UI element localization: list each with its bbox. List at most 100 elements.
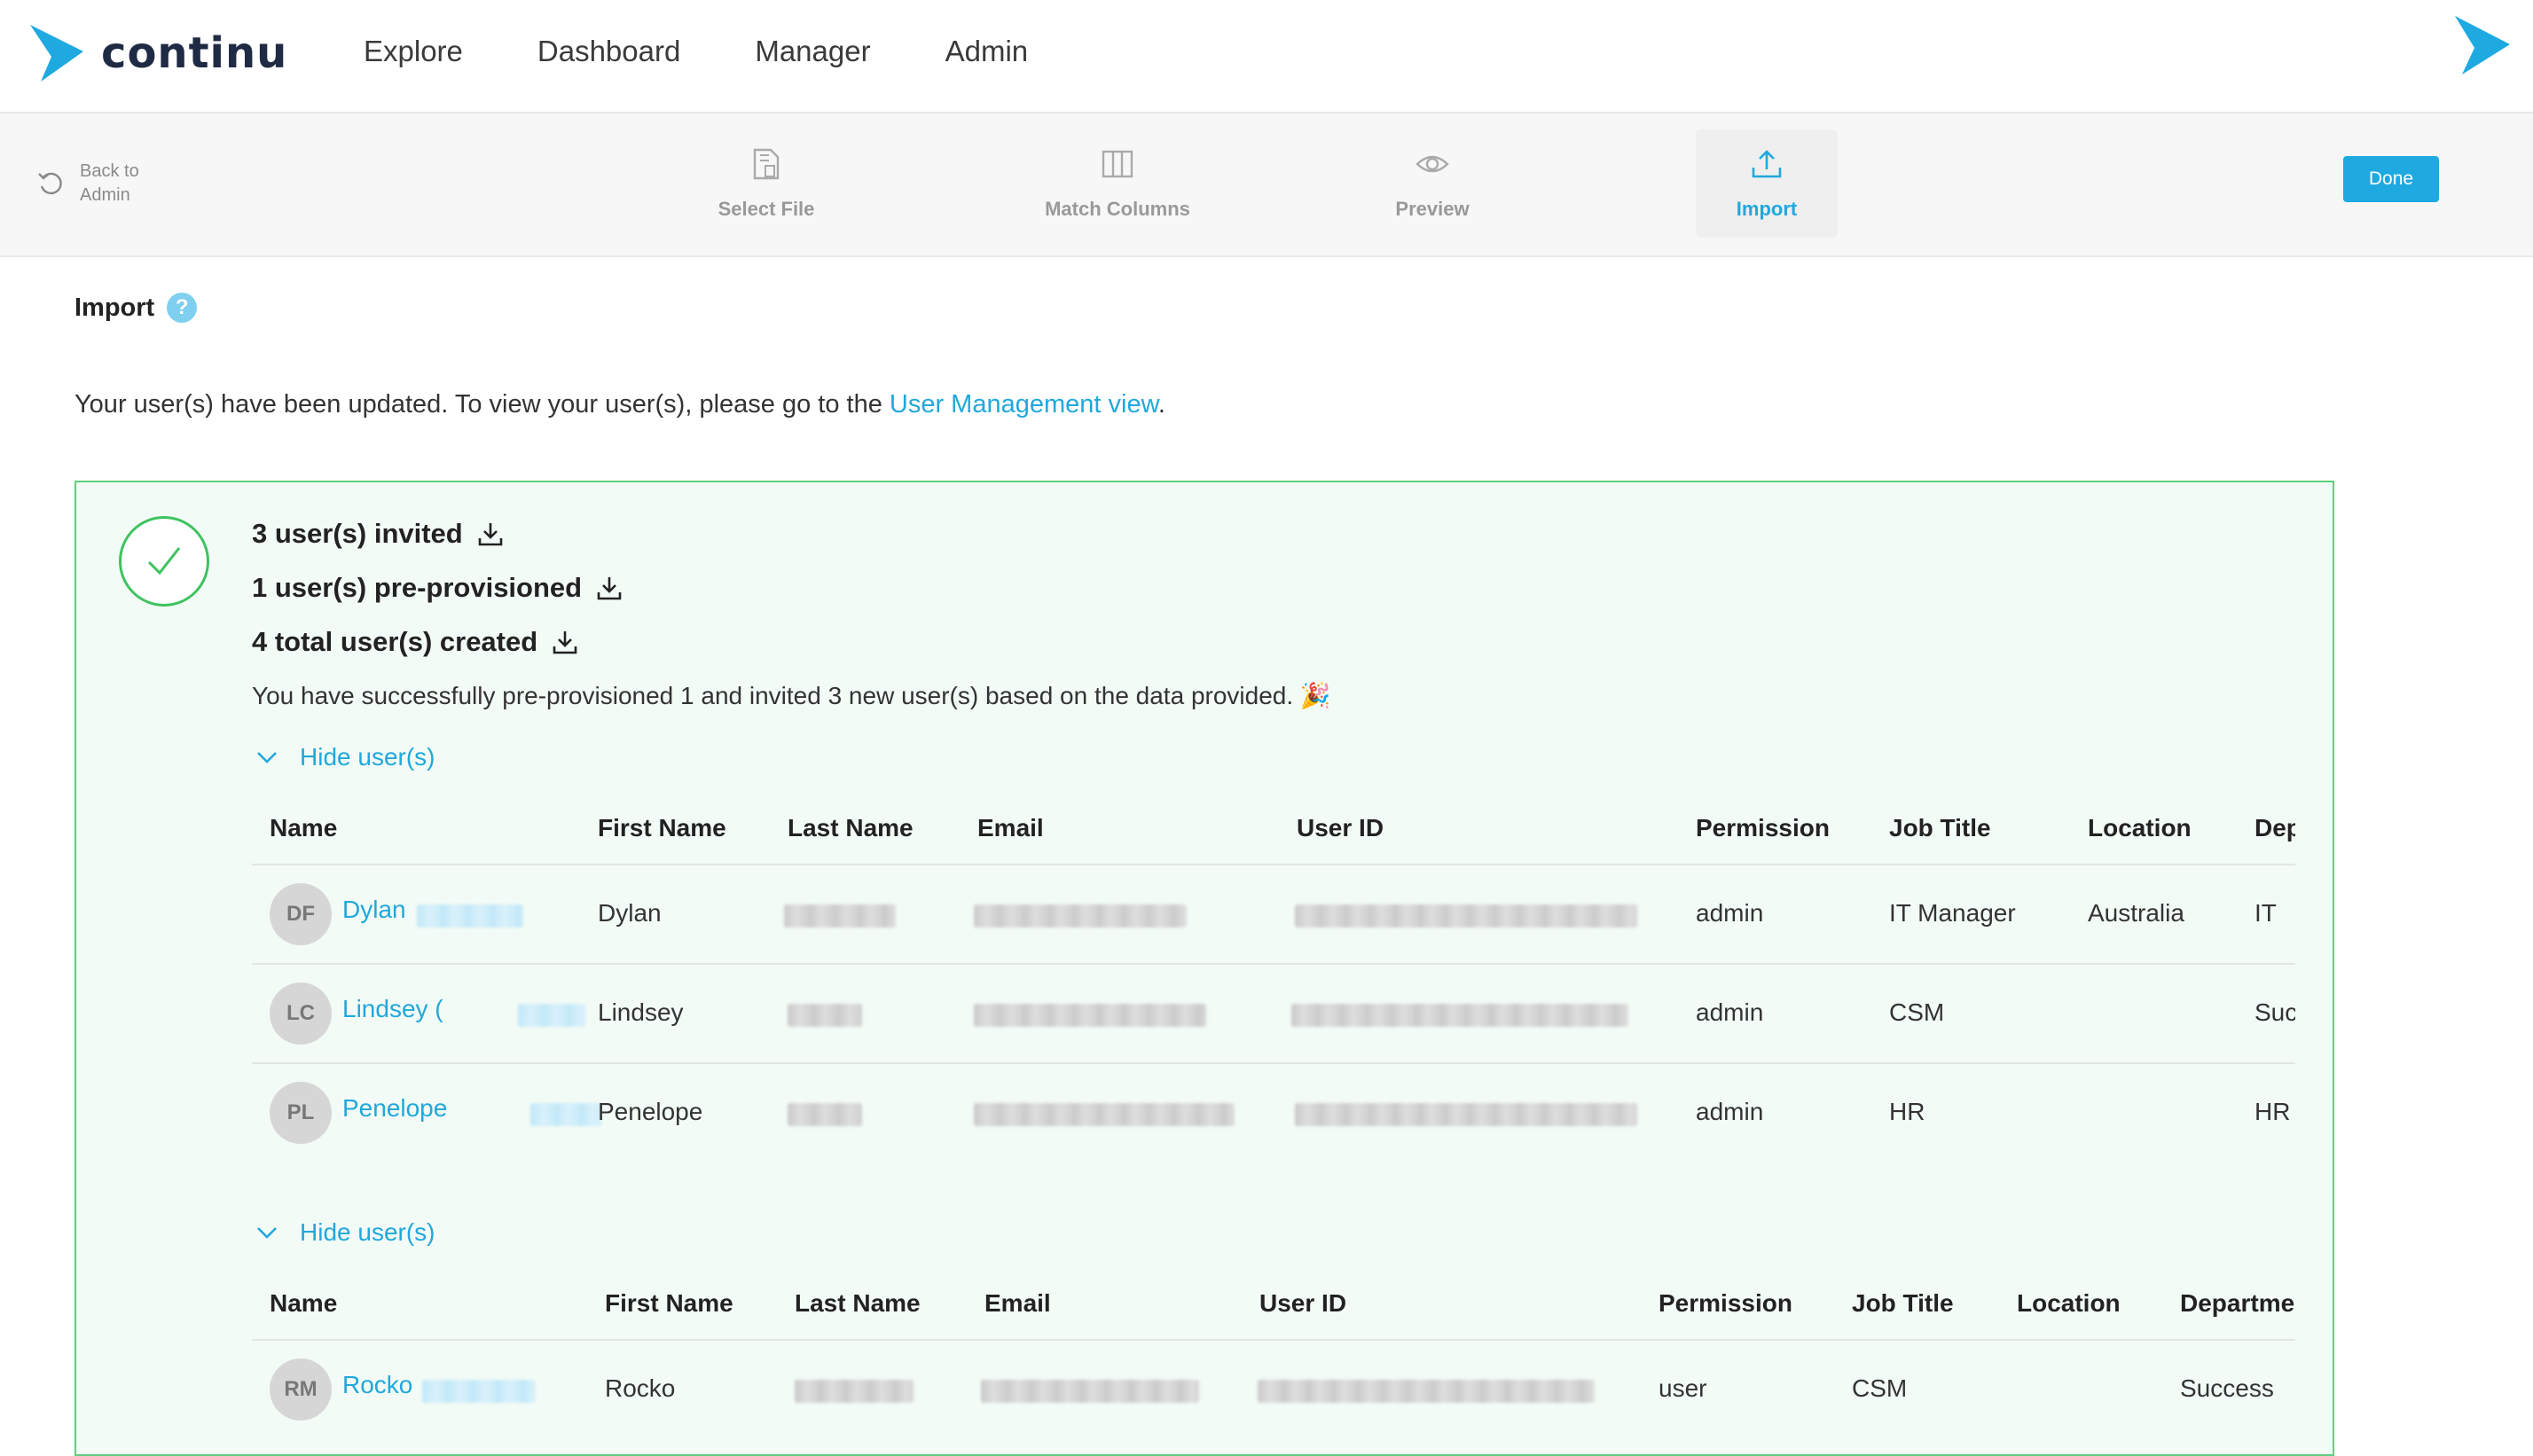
table-row: PL Penelope Penelope admin HR HR <box>252 1064 2295 1163</box>
redacted-last-name <box>784 904 896 928</box>
permission-cell: admin <box>1696 998 1764 1026</box>
success-check-icon <box>119 516 209 607</box>
redacted-user-id <box>1295 904 1637 928</box>
table-row: LC Lindsey ( Lindsey admin CSM Suc <box>252 965 2295 1064</box>
main-nav: Explore Dashboard Manager Admin <box>364 32 1102 71</box>
first-name-cell: Penelope <box>598 1098 703 1125</box>
brand-name: continu <box>101 28 288 78</box>
redacted-email <box>974 1103 1235 1126</box>
nav-dashboard[interactable]: Dashboard <box>537 32 680 71</box>
nav-explore[interactable]: Explore <box>364 32 463 71</box>
download-icon[interactable] <box>596 575 623 601</box>
table-header: Name First Name Last Name Email User ID … <box>252 1270 2295 1341</box>
col-permission: Permission <box>1696 814 1830 842</box>
col-permission: Permission <box>1659 1289 1792 1317</box>
undo-icon <box>38 172 62 195</box>
table-row: RM Rocko Rocko user CSM Success <box>252 1341 2295 1440</box>
department-cell: Suc <box>2255 998 2295 1026</box>
col-email: Email <box>977 814 1044 842</box>
col-department: Dep <box>2255 814 2295 842</box>
total-count: 4 total user(s) created <box>252 626 538 657</box>
back-to-admin-button[interactable]: Back to Admin <box>35 160 186 207</box>
avatar: PL <box>270 1082 332 1144</box>
redacted-user-id <box>1258 1380 1595 1403</box>
continu-logo-icon <box>30 25 83 82</box>
first-name-cell: Rocko <box>605 1374 676 1402</box>
redacted-user-id <box>1295 1103 1637 1126</box>
col-last-name: Last Name <box>788 814 914 842</box>
preprovisioned-users-table: Name First Name Last Name Email User ID … <box>252 1270 2295 1440</box>
top-navigation: continu Explore Dashboard Manager Admin <box>0 0 2533 114</box>
col-location: Location <box>2017 1289 2121 1317</box>
col-user-id: User ID <box>1259 1289 1347 1317</box>
step-label: Preview <box>1395 198 1470 220</box>
permission-cell: admin <box>1696 1098 1764 1125</box>
col-job-title: Job Title <box>1889 814 1991 842</box>
first-name-cell: Dylan <box>598 899 662 927</box>
invited-users-table: Name First Name Last Name Email User ID … <box>252 795 2295 1163</box>
step-import[interactable]: Import <box>1696 129 1838 238</box>
preprovisioned-summary: 1 user(s) pre-provisioned <box>252 572 623 604</box>
update-info-text: Your user(s) have been updated. To view … <box>74 390 1165 419</box>
col-name: Name <box>270 1289 338 1317</box>
continu-logo[interactable]: continu <box>30 25 287 82</box>
avatar: DF <box>270 883 332 945</box>
chevron-down-icon <box>257 1227 277 1239</box>
job-title-cell: IT Manager <box>1889 899 2016 927</box>
invited-count: 3 user(s) invited <box>252 518 463 549</box>
eye-icon <box>1416 155 1449 173</box>
success-message: You have successfully pre-provisioned 1 … <box>252 682 1331 709</box>
user-name-link[interactable]: Penelope <box>342 1094 447 1123</box>
total-summary: 4 total user(s) created <box>252 626 578 658</box>
hide-users-label: Hide user(s) <box>300 743 435 771</box>
step-preview[interactable]: Preview <box>1384 129 1481 238</box>
import-wizard-bar: Back to Admin Select File Match Columns … <box>0 114 2533 257</box>
user-name-link[interactable]: Dylan <box>342 896 406 924</box>
col-name: Name <box>270 814 338 842</box>
step-match-columns[interactable]: Match Columns <box>1029 129 1206 238</box>
user-name-link[interactable]: Rocko <box>342 1371 412 1399</box>
permission-cell: user <box>1659 1374 1707 1402</box>
redacted-email <box>981 1380 1199 1403</box>
job-title-cell: HR <box>1889 1098 1925 1125</box>
download-icon[interactable] <box>477 521 504 547</box>
department-cell: IT <box>2255 899 2277 927</box>
help-icon[interactable]: ? <box>167 293 198 323</box>
col-user-id: User ID <box>1297 814 1384 842</box>
redacted-surname <box>518 1004 585 1027</box>
step-select-file[interactable]: Select File <box>695 129 837 238</box>
checkmark-icon <box>147 547 181 575</box>
job-title-cell: CSM <box>1889 998 1945 1026</box>
redacted-user-id <box>1291 1004 1628 1027</box>
job-title-cell: CSM <box>1852 1374 1908 1402</box>
corner-logo-icon[interactable] <box>2450 14 2512 76</box>
col-first-name: First Name <box>598 814 726 842</box>
redacted-surname <box>422 1380 536 1403</box>
upload-icon <box>1752 150 1782 178</box>
table-row: DF Dylan Dylan admin IT Manager Australi… <box>252 865 2295 965</box>
nav-admin[interactable]: Admin <box>945 32 1029 71</box>
step-label: Import <box>1736 198 1798 220</box>
redacted-email <box>974 904 1187 928</box>
hide-users-toggle[interactable]: Hide user(s) <box>255 743 435 771</box>
redacted-last-name <box>788 1004 862 1027</box>
download-icon[interactable] <box>552 629 578 655</box>
user-management-link[interactable]: User Management view <box>890 390 1158 419</box>
step-label: Match Columns <box>1045 198 1190 220</box>
hide-users-toggle-preprovisioned[interactable]: Hide user(s) <box>255 1218 435 1247</box>
done-button[interactable]: Done <box>2343 156 2439 202</box>
back-to-admin-label: Back to Admin <box>80 161 139 205</box>
redacted-last-name <box>788 1103 862 1126</box>
permission-cell: admin <box>1696 899 1764 927</box>
redacted-surname <box>530 1103 601 1126</box>
page-title-text: Import <box>74 293 155 322</box>
first-name-cell: Lindsey <box>598 998 684 1026</box>
department-cell: HR <box>2255 1098 2291 1125</box>
redacted-email <box>974 1004 1206 1027</box>
department-cell: Success <box>2180 1374 2274 1402</box>
nav-manager[interactable]: Manager <box>755 32 870 71</box>
import-result-panel: 3 user(s) invited 1 user(s) pre-provisio… <box>74 481 2334 1456</box>
avatar: LC <box>270 982 332 1045</box>
user-name-link[interactable]: Lindsey ( <box>342 995 443 1023</box>
info-prefix: Your user(s) have been updated. To view … <box>74 390 890 419</box>
